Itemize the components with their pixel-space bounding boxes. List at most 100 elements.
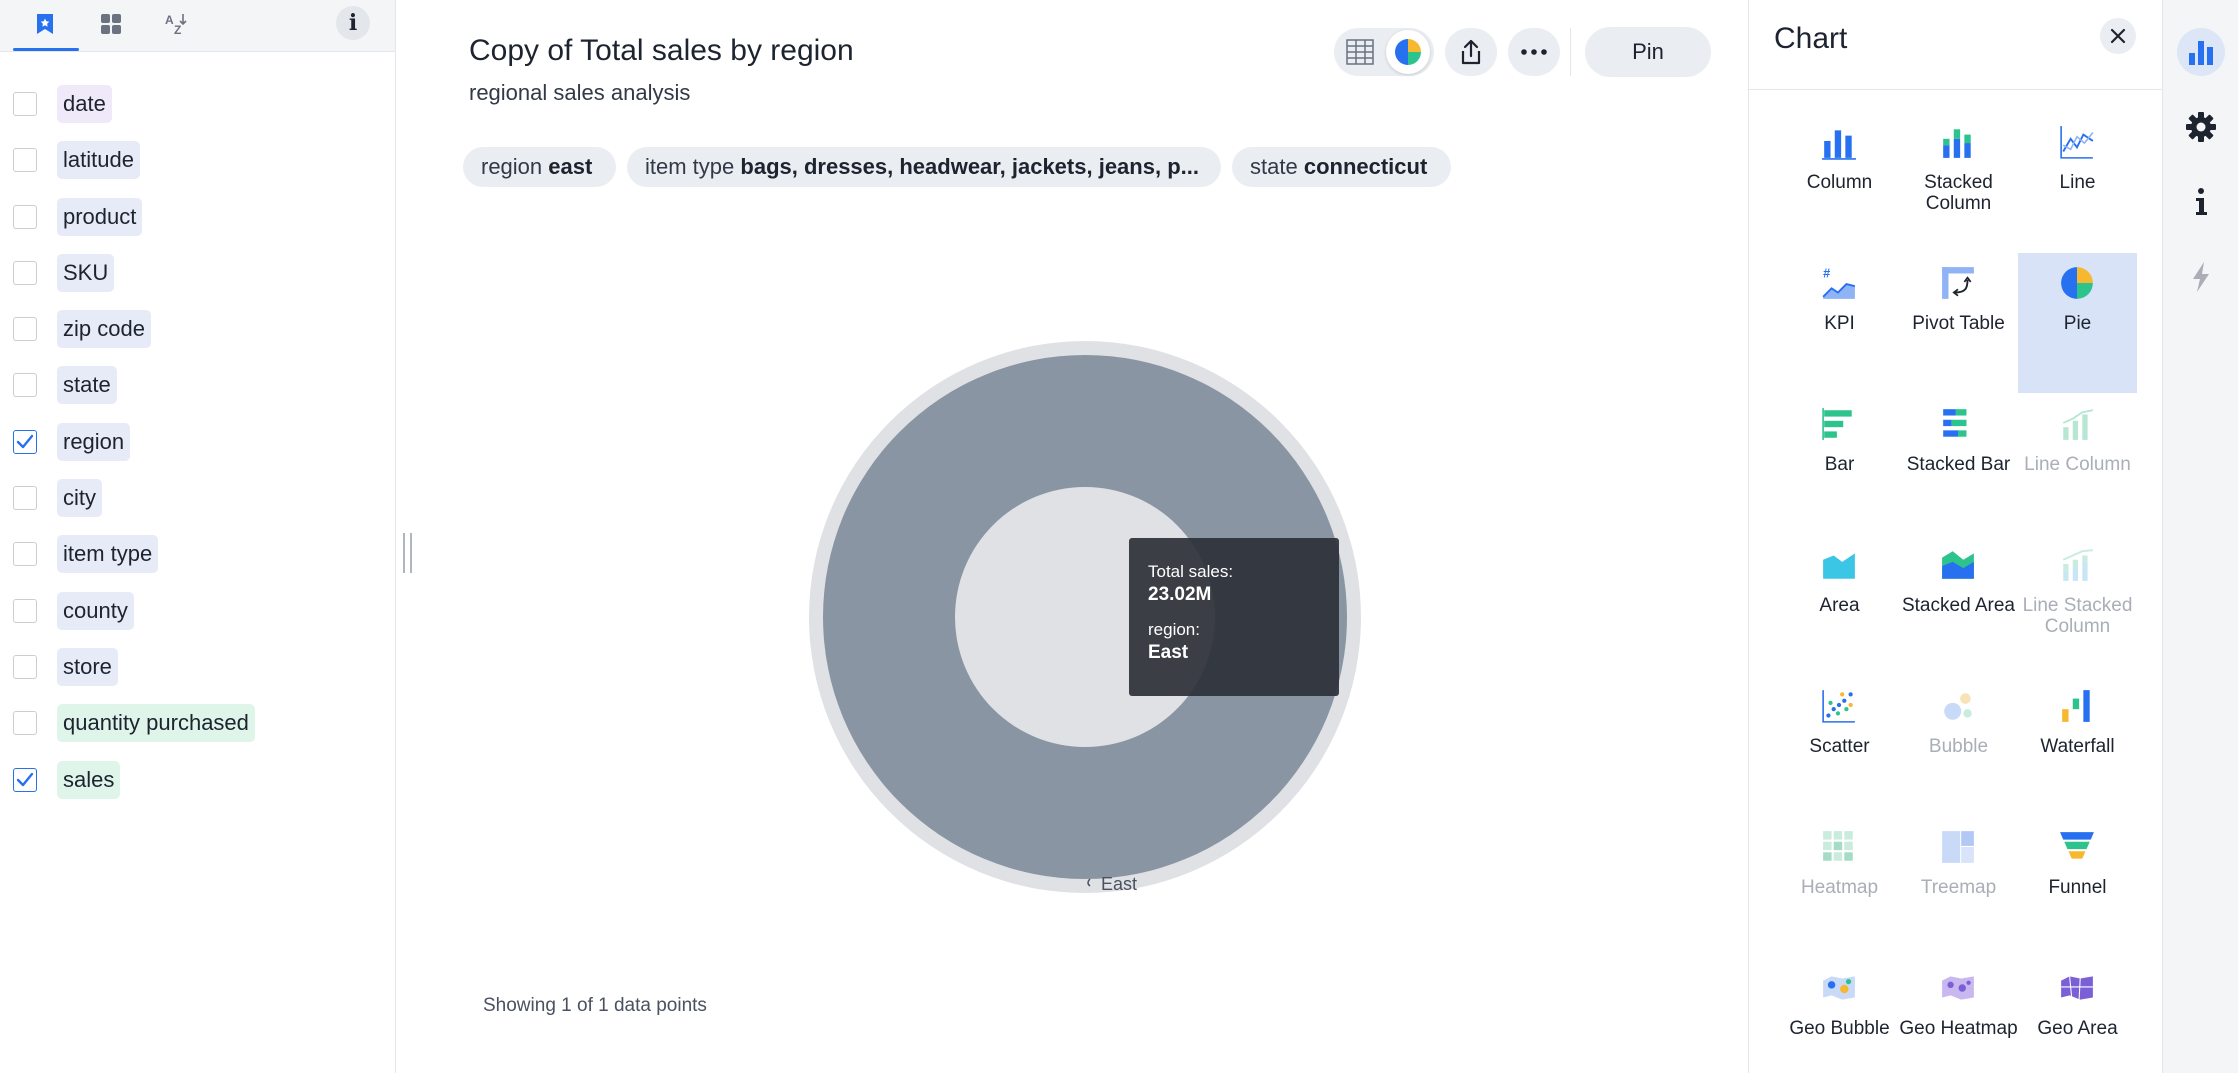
field-checkbox[interactable] <box>13 542 37 567</box>
chart-type-geo-bubble[interactable]: Geo Bubble <box>1780 958 1899 1073</box>
sort-az-icon: A Z <box>165 13 187 37</box>
field-row[interactable]: state <box>0 357 395 413</box>
field-checkbox[interactable] <box>13 373 37 398</box>
chart-type-area[interactable]: Area <box>1780 535 1899 675</box>
chart-type-stacked-area[interactable]: Stacked Area <box>1899 535 2018 675</box>
chart-type-label: Pivot Table <box>1912 313 2005 334</box>
chart-type-geo-heatmap[interactable]: Geo Heatmap <box>1899 958 2018 1073</box>
field-checkbox[interactable] <box>13 486 37 511</box>
chart-type-scatter[interactable]: Scatter <box>1780 676 1899 816</box>
chart-settings-icon <box>2189 41 2213 65</box>
field-label[interactable]: state <box>57 366 117 405</box>
field-label[interactable]: quantity purchased <box>57 704 255 743</box>
chart-type-label: Treemap <box>1920 877 1997 898</box>
field-checkbox[interactable] <box>13 148 37 173</box>
info-button[interactable]: i <box>336 6 370 40</box>
line-chart-icon <box>2060 126 2094 159</box>
column-chart-icon <box>1822 130 1856 160</box>
field-row[interactable]: SKU <box>0 245 395 301</box>
grid-icon <box>101 14 121 34</box>
field-row[interactable]: city <box>0 470 395 526</box>
pie-slice-label: East <box>1101 874 1138 894</box>
bar-chart-icon <box>1822 408 1852 440</box>
field-label[interactable]: item type <box>57 535 159 574</box>
chart-type-label: KPI <box>1824 313 1855 334</box>
field-row[interactable]: latitude <box>0 132 395 188</box>
field-label[interactable]: zip code <box>57 310 151 349</box>
close-panel-button[interactable] <box>2100 18 2136 54</box>
field-label[interactable]: date <box>57 85 112 123</box>
field-checkbox[interactable] <box>13 204 37 229</box>
panel-resize-handle[interactable] <box>403 533 415 573</box>
field-checkbox[interactable] <box>13 92 37 116</box>
field-row[interactable]: store <box>0 639 395 695</box>
field-checkbox[interactable] <box>13 598 37 623</box>
chart-type-kpi[interactable]: # KPI <box>1780 253 1899 393</box>
chart-type-stacked-column[interactable]: Stacked Column <box>1899 112 2018 252</box>
field-row[interactable]: date <box>0 76 395 132</box>
answer-view: Copy of Total sales by region regional s… <box>425 0 1748 1073</box>
tab-bookmarks[interactable] <box>27 6 63 42</box>
settings-rail <box>2162 0 2238 1073</box>
tooltip-key: Total sales: <box>1148 562 1234 581</box>
field-row[interactable]: item type <box>0 526 395 582</box>
field-checkbox[interactable] <box>13 767 37 792</box>
field-label[interactable]: product <box>57 197 143 236</box>
field-row[interactable]: region <box>0 414 395 470</box>
field-row[interactable]: sales <box>0 752 395 808</box>
field-label[interactable]: region <box>57 422 131 461</box>
field-checkbox[interactable] <box>13 317 37 342</box>
field-label[interactable]: store <box>57 647 118 686</box>
field-checkbox[interactable] <box>13 429 37 454</box>
stacked-bar-chart-icon <box>1943 409 1967 437</box>
chart-type-line[interactable]: Line <box>2018 112 2137 252</box>
data-points-note: Showing 1 of 1 data points <box>483 995 707 1016</box>
field-label[interactable]: city <box>57 479 102 518</box>
chart-type-waterfall[interactable]: Waterfall <box>2018 676 2137 816</box>
field-row[interactable]: county <box>0 583 395 639</box>
chart-type-stacked-bar[interactable]: Stacked Bar <box>1899 394 2018 534</box>
chart-type-pie[interactable]: Pie <box>2018 253 2137 393</box>
data-panel-tabs: A Z i <box>0 0 395 52</box>
chart-type-label: Line Column <box>2024 454 2131 475</box>
chart-type-line-stacked-column: Line Stacked Column <box>2018 535 2137 675</box>
rail-settings-button[interactable] <box>2177 103 2225 151</box>
heatmap-chart-icon <box>1823 831 1853 861</box>
field-label[interactable]: SKU <box>57 253 115 292</box>
field-label[interactable]: sales <box>57 760 121 799</box>
chart-type-bar[interactable]: Bar <box>1780 394 1899 534</box>
tab-sort-az[interactable]: A Z <box>158 6 194 42</box>
stacked-column-chart-icon <box>1943 129 1971 158</box>
chart-type-geo-area[interactable]: Geo Area <box>2018 958 2137 1073</box>
chart-type-label: Stacked Bar <box>1906 454 2011 475</box>
rail-info-button[interactable] <box>2177 178 2225 226</box>
chart-type-funnel[interactable]: Funnel <box>2018 817 2137 957</box>
field-list: date latitude product SKU zip code state regio… <box>0 76 395 808</box>
pie-chart <box>809 341 1361 893</box>
field-row[interactable]: quantity purchased <box>0 695 395 751</box>
field-row[interactable]: product <box>0 189 395 245</box>
chart-type-pivot-table[interactable]: Pivot Table <box>1899 253 2018 393</box>
field-checkbox[interactable] <box>13 260 37 285</box>
tab-grid[interactable] <box>93 6 129 42</box>
funnel-chart-icon <box>2060 832 2094 859</box>
field-row[interactable]: zip code <box>0 301 395 357</box>
chart-type-label: Geo Area <box>2037 1018 2118 1039</box>
rail-chart-settings-button[interactable] <box>2177 28 2225 76</box>
chart-type-column[interactable]: Column <box>1780 112 1899 252</box>
chart-type-label: Scatter <box>1809 736 1870 757</box>
close-icon <box>2110 28 2126 44</box>
rail-lightning-button[interactable] <box>2177 253 2225 301</box>
tooltip-value: East <box>1148 642 1189 663</box>
field-label[interactable]: latitude <box>57 141 140 180</box>
chart-type-panel: Chart Column Stacked Column Line # KPI Pivot … <box>1748 0 2163 1073</box>
geo-area-chart-icon <box>2061 976 2093 1000</box>
kpi-chart-icon: # <box>1822 267 1856 299</box>
svg-text:#: # <box>1823 267 1830 281</box>
field-checkbox[interactable] <box>13 711 37 736</box>
field-label[interactable]: county <box>57 591 134 630</box>
chart-type-label: Funnel <box>2048 877 2107 898</box>
chart-type-line-column: Line Column <box>2018 394 2137 534</box>
active-tab-indicator <box>13 48 79 51</box>
field-checkbox[interactable] <box>13 654 37 679</box>
